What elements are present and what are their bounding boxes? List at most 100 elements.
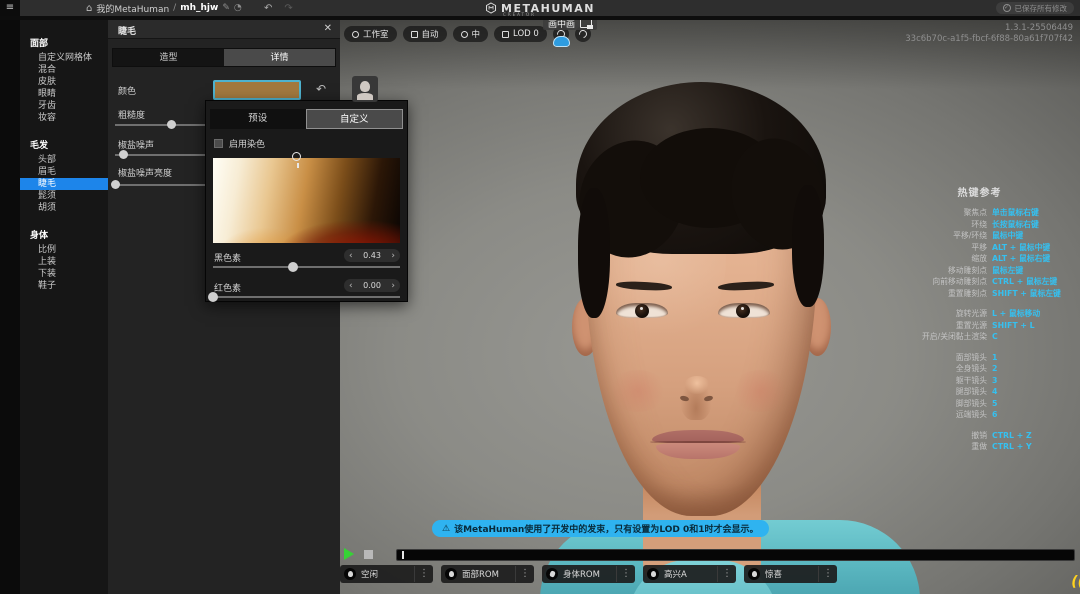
hotkey-row: 面部镜头1 [887,352,1072,364]
toolbar-button-label: LOD 0 [513,29,539,39]
melanin-value[interactable]: 0.43 [363,251,381,260]
sidebar-item-睫毛[interactable]: 睫毛 [20,178,108,190]
slider-椒盐噪声[interactable] [115,150,210,160]
kebab-menu-icon[interactable]: ⋮ [414,566,429,582]
info-icon[interactable]: ◔ [234,3,242,13]
home-icon[interactable]: ⌂ [86,3,92,14]
hamburger-menu-icon[interactable]: ≡ [0,0,20,16]
kebab-menu-icon[interactable]: ⋮ [616,566,631,582]
enable-dye-row: 启用染色 [214,137,265,150]
toolbar-button-自动[interactable]: 自动 [403,26,447,42]
hotkey-key-binding: L + 鼠标移动 [992,308,1072,319]
studio-light-icon [352,31,359,38]
hotkey-key-binding: C [992,332,1072,341]
animation-clip-面部ROM[interactable]: 面部ROM⋮ [441,565,534,583]
melanin-increment-icon[interactable]: › [391,251,395,261]
kebab-menu-icon[interactable]: ⋮ [818,566,833,582]
face-icon [344,568,356,580]
sidebar-item-眉毛[interactable]: 眉毛 [20,166,108,178]
head-icon [360,81,370,92]
slider-椒盐噪声亮度[interactable] [115,180,210,190]
top-divider [0,16,1080,20]
sidebar-section-title: 面部 [20,34,108,52]
tab-styling[interactable]: 造型 [113,49,224,66]
redness-decrement-icon[interactable]: ‹ [349,281,353,291]
lod-warning-banner: ⚠ 该MetaHuman使用了开发中的发束，只有设置为LOD 0和1时才会显示。 [432,520,769,537]
redness-spinner[interactable]: ‹ 0.00 › [344,279,400,292]
sidebar-section: 毛发头部眉毛睫毛髭须胡须 [20,136,108,214]
warning-text: 该MetaHuman使用了开发中的发束，只有设置为LOD 0和1时才会显示。 [454,522,758,535]
kebab-menu-icon[interactable]: ⋮ [515,566,530,582]
toolbar-button-LOD 0[interactable]: LOD 0 [494,26,547,42]
clip-label: 空闲 [361,568,414,580]
color-picker-popup: 预设 自定义 启用染色 黑色素 ‹ 0.43 › 红色素 ‹ 0.00 › [205,100,408,302]
sidebar-item-眼睛[interactable]: 眼睛 [20,88,108,100]
redness-slider-thumb[interactable] [208,292,218,302]
play-button[interactable] [344,548,354,560]
rename-pencil-icon[interactable]: ✎ [222,3,230,13]
melanin-spinner[interactable]: ‹ 0.43 › [344,249,400,262]
melanin-slider[interactable] [213,262,400,272]
sidebar-item-妆容[interactable]: 妆容 [20,112,108,124]
cheek-shading-left [608,370,668,412]
melanin-decrement-icon[interactable]: ‹ [349,251,353,261]
hair-side-left [578,188,610,318]
redness-slider[interactable] [213,292,400,302]
kebab-menu-icon[interactable]: ⋮ [717,566,732,582]
tab-custom[interactable]: 自定义 [306,109,404,129]
sidebar-item-皮肤[interactable]: 皮肤 [20,76,108,88]
sidebar-item-混合[interactable]: 混合 [20,64,108,76]
redness-increment-icon[interactable]: › [391,281,395,291]
redness-value[interactable]: 0.00 [363,281,381,290]
slider-thumb[interactable] [167,120,176,129]
sidebar-section: 身体比例上装下装鞋子 [20,226,108,292]
sidebar-item-头部[interactable]: 头部 [20,154,108,166]
gradient-picker-crosshair[interactable] [291,151,304,164]
animation-clip-空闲[interactable]: 空闲⋮ [340,565,433,583]
sidebar-item-自定义网格体[interactable]: 自定义网格体 [20,52,108,64]
animation-clip-惊喜[interactable]: 惊喜⋮ [744,565,837,583]
hotkey-action-label: 平移/环绕 [887,230,992,241]
reset-color-icon[interactable]: ↶ [316,82,326,96]
cheek-shading-right [730,370,790,412]
tab-details[interactable]: 详情 [224,49,335,66]
timeline-scrubber[interactable] [396,549,1075,561]
build-id: 33c6b70c-a1f5-fbcf-6f88-80a61f707f42 [905,34,1073,45]
stop-button[interactable] [364,550,373,559]
sidebar-item-鞋子[interactable]: 鞋子 [20,280,108,292]
hotkey-action-label: 面部镜头 [887,352,992,363]
eye-glint-right [741,307,744,310]
playhead[interactable] [402,551,404,559]
sidebar-item-下装[interactable]: 下装 [20,268,108,280]
enable-dye-checkbox[interactable] [214,139,223,148]
redo-icon[interactable]: ↷ [284,3,292,14]
tab-presets[interactable]: 预设 [210,109,306,129]
hotkey-action-label: 平移 [887,242,992,253]
head-preview-button[interactable] [352,76,378,102]
character-eye-left [616,303,668,318]
sidebar-item-牙齿[interactable]: 牙齿 [20,100,108,112]
toolbar-button-工作室[interactable]: 工作室 [344,26,397,42]
animation-clip-身体ROM[interactable]: 身体ROM⋮ [542,565,635,583]
close-icon[interactable]: ✕ [324,23,332,34]
slider-thumb[interactable] [119,150,128,159]
color-gradient-field[interactable] [213,158,400,243]
color-label: 颜色 [118,84,136,97]
melanin-slider-thumb[interactable] [288,262,298,272]
slider-粗糙度[interactable] [115,120,210,130]
toolbar-button-中[interactable]: 中 [453,26,489,42]
animation-clip-高兴A[interactable]: 高兴A⋮ [643,565,736,583]
sidebar-item-上装[interactable]: 上装 [20,256,108,268]
hair-color-swatch[interactable] [553,36,570,47]
face-icon [445,568,457,580]
hotkey-row: 腿部镜头4 [887,386,1072,398]
sidebar-item-髭须[interactable]: 髭须 [20,190,108,202]
sidebar-item-胡须[interactable]: 胡须 [20,202,108,214]
breadcrumb-root[interactable]: 我的MetaHuman [96,2,169,15]
hotkey-key-binding: 单击鼠标右键 [992,207,1072,218]
slider-thumb[interactable] [111,180,120,189]
eyelash-color-swatch[interactable] [213,80,301,100]
hotkey-key-binding: CTRL + Z [992,431,1072,440]
undo-icon[interactable]: ↶ [264,3,272,14]
sidebar-item-比例[interactable]: 比例 [20,244,108,256]
